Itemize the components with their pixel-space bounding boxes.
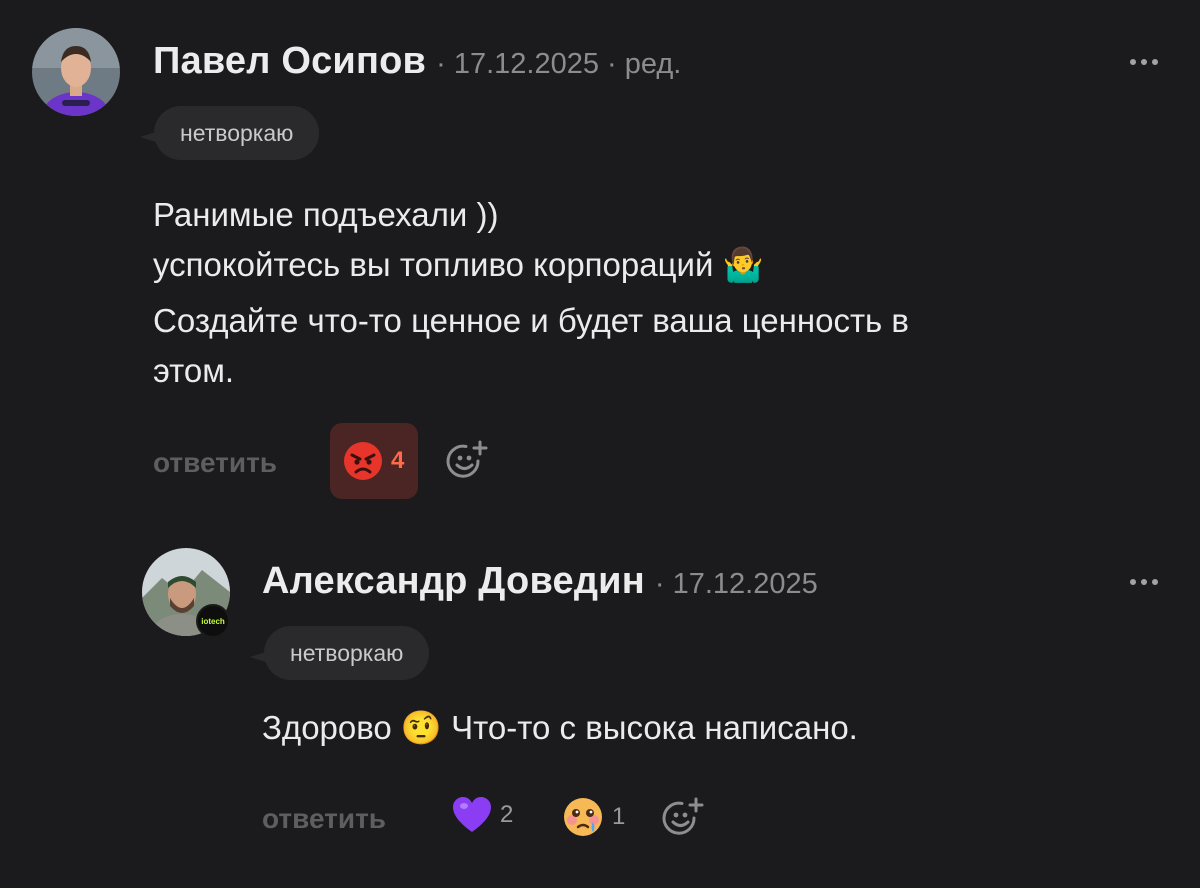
comment-line: Создайте что-то ценное и будет ваша ценн… bbox=[153, 302, 909, 339]
tearful-face-icon bbox=[564, 798, 602, 836]
comment-line: Ранимые подъехали )) bbox=[153, 196, 499, 233]
add-reaction-icon[interactable] bbox=[660, 796, 704, 840]
avatar-photo bbox=[32, 28, 120, 116]
more-options-icon[interactable] bbox=[1130, 575, 1170, 589]
avatar-badge: iotech bbox=[196, 604, 230, 638]
reply-button[interactable]: ответить bbox=[262, 803, 386, 835]
comment-meta: · 17.12.2025 · ред. bbox=[436, 48, 682, 80]
reaction-count: 4 bbox=[391, 447, 405, 474]
author-name[interactable]: Павел Осипов bbox=[153, 40, 426, 83]
comment-text: Ранимые подъехали )) успокойтесь вы топл… bbox=[153, 190, 1113, 396]
reaction-count: 1 bbox=[612, 803, 626, 830]
reply-comment: iotech Александр Доведин · 17.12.2025 не… bbox=[0, 520, 1200, 888]
reaction-heart[interactable]: 2 bbox=[452, 796, 513, 834]
comment-line: этом. bbox=[153, 352, 235, 389]
more-options-icon[interactable] bbox=[1130, 55, 1170, 69]
angry-face-icon bbox=[344, 442, 382, 480]
reaction-count: 2 bbox=[500, 801, 514, 828]
comment: Павел Осипов · 17.12.2025 · ред. нетворк… bbox=[0, 0, 1200, 520]
comment-meta: · 17.12.2025 bbox=[654, 568, 818, 600]
add-reaction-icon[interactable] bbox=[444, 439, 488, 483]
status-tag: нетворкаю bbox=[154, 106, 320, 160]
purple-heart-icon bbox=[453, 797, 491, 832]
comment-text: Здорово 🤨 Что-то с высока написано. bbox=[262, 709, 858, 746]
badge-label: iotech bbox=[201, 616, 225, 626]
reaction-angry[interactable]: 4 bbox=[330, 423, 418, 499]
reply-button[interactable]: ответить bbox=[153, 447, 277, 479]
author-name[interactable]: Александр Доведин bbox=[262, 560, 645, 603]
comment-line: успокойтесь вы топливо корпораций 🤷‍♂️ bbox=[153, 246, 764, 283]
reaction-tearful[interactable]: 1 bbox=[562, 796, 625, 838]
status-tag: нетворкаю bbox=[264, 626, 430, 680]
avatar[interactable] bbox=[32, 28, 120, 116]
